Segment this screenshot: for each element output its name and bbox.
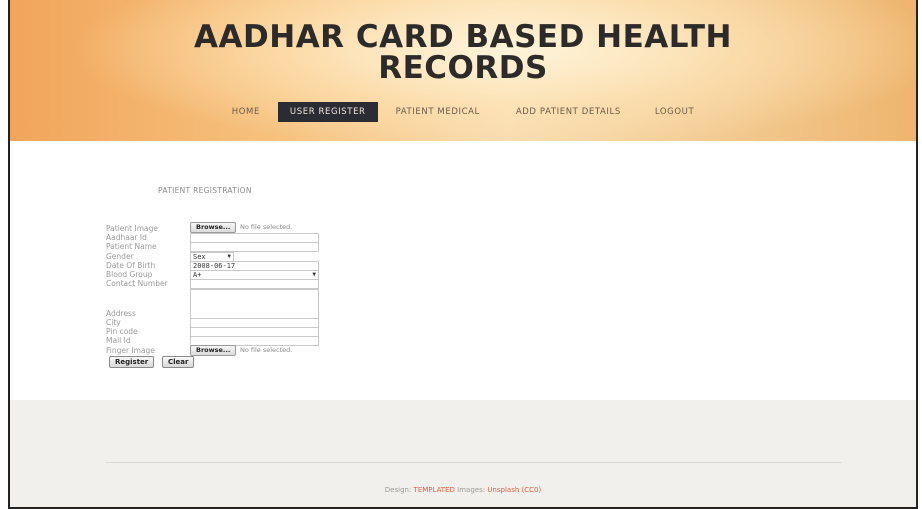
footer-credit: Design: TEMPLATED Images: Unsplash (CC0) — [10, 486, 916, 494]
nav-patient-medical[interactable]: PATIENT MEDICAL — [384, 103, 492, 121]
label-dob: Date Of Birth — [106, 261, 156, 270]
main-nav: HOME USER REGISTER PATIENT MEDICAL ADD P… — [10, 102, 916, 122]
footer-design-label: Design: — [384, 486, 412, 494]
browser-frame: AADHAR CARD BASED HEALTH RECORDS HOME US… — [8, 0, 918, 509]
section-title: PATIENT REGISTRATION — [158, 186, 252, 195]
blood-group-select-value: A+ — [193, 271, 202, 279]
patient-image-browse-button[interactable]: Browse... — [190, 222, 237, 233]
label-city: City — [106, 318, 121, 327]
label-address: Address — [106, 309, 136, 318]
footer-unsplash-link[interactable]: Unsplash (CC0) — [487, 486, 541, 494]
clear-button[interactable]: Clear — [162, 356, 195, 368]
label-gender: Gender — [106, 252, 134, 261]
label-blood-group: Blood Group — [106, 270, 153, 279]
label-patient-image: Patient Image — [106, 224, 158, 233]
nav-add-patient-details[interactable]: ADD PATIENT DETAILS — [504, 103, 633, 121]
address-textarea[interactable] — [190, 289, 319, 320]
site-header: AADHAR CARD BASED HEALTH RECORDS HOME US… — [10, 0, 916, 141]
contact-number-input[interactable] — [190, 279, 319, 289]
finger-image-no-file: No file selected. — [240, 346, 293, 354]
label-pin-code: Pin code — [106, 327, 138, 336]
site-title: AADHAR CARD BASED HEALTH RECORDS — [10, 22, 916, 84]
nav-user-register[interactable]: USER REGISTER — [277, 102, 378, 122]
nav-logout[interactable]: LOGOUT — [643, 103, 706, 121]
patient-image-no-file: No file selected. — [240, 223, 293, 231]
label-patient-name: Patient Name — [106, 242, 157, 251]
gender-select-value: Sex — [193, 253, 206, 261]
label-mail-id: Mail Id — [106, 336, 131, 345]
label-contact-number: Contact Number — [106, 279, 168, 288]
register-button[interactable]: Register — [109, 356, 155, 368]
label-finger-image: Finger Image — [106, 346, 155, 355]
site-title-line2: RECORDS — [378, 50, 548, 86]
label-aadhaar-id: Aadhaar Id — [106, 233, 147, 242]
site-footer: Design: TEMPLATED Images: Unsplash (CC0) — [10, 400, 916, 507]
footer-images-label: Images: — [457, 486, 486, 494]
nav-home[interactable]: HOME — [220, 103, 272, 121]
chevron-down-icon: ▼ — [312, 271, 316, 278]
chevron-down-icon: ▼ — [227, 253, 231, 260]
footer-divider — [106, 462, 842, 463]
patient-name-input[interactable] — [190, 242, 319, 252]
finger-image-browse-button[interactable]: Browse... — [190, 345, 237, 356]
footer-templated-link[interactable]: TEMPLATED — [414, 486, 455, 494]
